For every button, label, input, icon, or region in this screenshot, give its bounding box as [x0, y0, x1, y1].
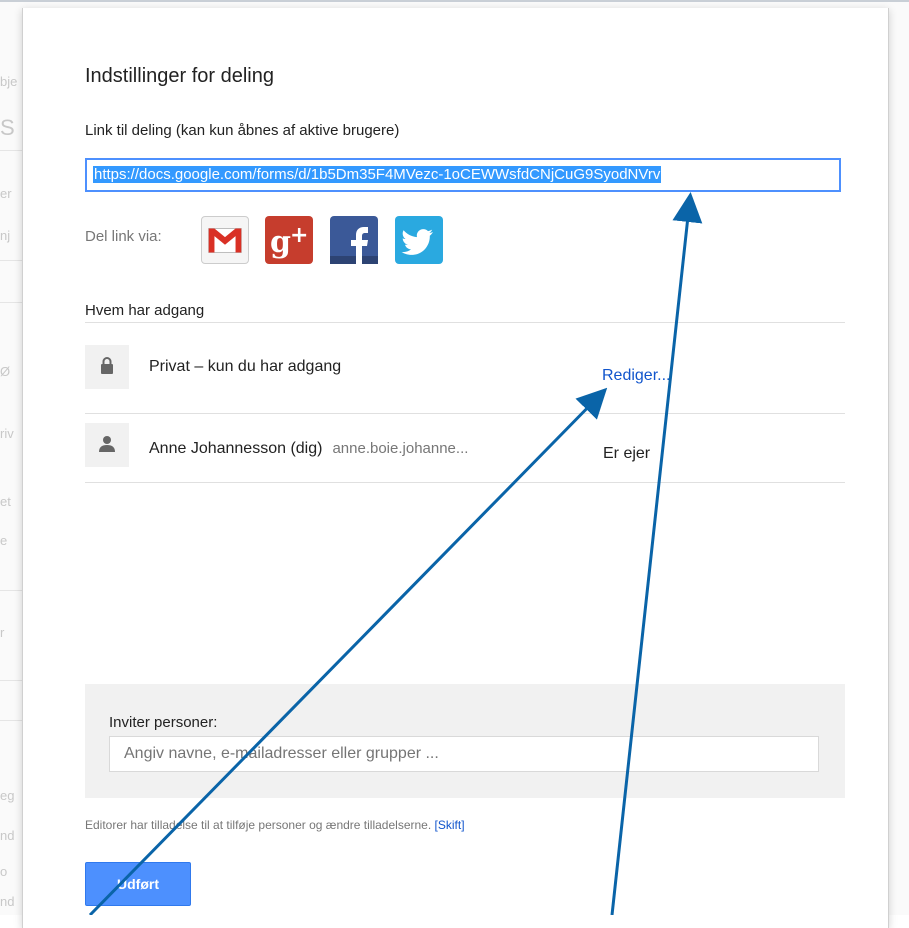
owner-row: Anne Johannesson (dig) anne.boie.johanne.… — [149, 440, 468, 458]
gmail-icon[interactable] — [201, 216, 249, 264]
background-text: eg — [0, 788, 15, 803]
person-icon — [85, 423, 129, 467]
background-text: nd — [0, 828, 15, 843]
access-section-title: Hvem har adgang — [85, 302, 205, 319]
google-plus-icon[interactable]: g + — [265, 216, 313, 264]
share-via-label: Del link via: — [85, 228, 162, 245]
background-text: S — [0, 115, 15, 140]
share-link-url: https://docs.google.com/forms/d/1b5Dm35F… — [93, 166, 662, 183]
done-button[interactable]: Udført — [85, 862, 191, 906]
twitter-icon[interactable] — [395, 216, 443, 264]
svg-text:+: + — [290, 223, 308, 248]
divider — [85, 482, 845, 483]
background-text: nj — [0, 228, 11, 243]
invite-people-input[interactable] — [109, 736, 819, 772]
background-text: bje — [0, 74, 18, 89]
share-settings-dialog: Indstillinger for deling Link til deling… — [22, 8, 889, 928]
facebook-icon[interactable] — [330, 216, 378, 264]
lock-icon — [85, 345, 129, 389]
background-text: Ø — [0, 364, 11, 379]
privacy-status-text: Privat – kun du har adgang — [149, 358, 342, 375]
background-text: er — [0, 186, 12, 201]
owner-email: anne.boie.johanne... — [332, 440, 469, 457]
background-divider — [0, 260, 22, 261]
background-text: nd — [0, 894, 15, 909]
invite-label: Inviter personer: — [109, 714, 218, 731]
editor-permission-text: Editorer har tilladelse til at tilføje p… — [85, 818, 432, 832]
svg-text:g: g — [270, 225, 291, 260]
dialog-title: Indstillinger for deling — [85, 65, 274, 87]
top-border — [0, 0, 909, 2]
background-divider — [0, 302, 22, 303]
divider — [85, 322, 845, 323]
background-divider — [0, 720, 22, 721]
background-text: r — [0, 625, 5, 640]
background-text: e — [0, 533, 8, 548]
background-divider — [0, 150, 22, 151]
background-text: et — [0, 494, 11, 509]
background-divider — [0, 680, 22, 681]
share-link-label: Link til deling (kan kun åbnes af aktive… — [85, 122, 400, 139]
editor-permission-note: Editorer har tilladelse til at tilføje p… — [85, 818, 465, 832]
owner-role: Er ejer — [603, 445, 651, 462]
share-link-field[interactable]: https://docs.google.com/forms/d/1b5Dm35F… — [85, 158, 841, 192]
background-text: riv — [0, 426, 14, 441]
background-divider — [0, 590, 22, 591]
change-permission-link[interactable]: [Skift] — [435, 818, 465, 832]
invite-section: Inviter personer: — [85, 684, 845, 798]
owner-name: Anne Johannesson (dig) — [149, 440, 323, 457]
background-text: o — [0, 864, 8, 879]
edit-access-link[interactable]: Rediger... — [602, 367, 670, 385]
divider — [85, 413, 845, 414]
